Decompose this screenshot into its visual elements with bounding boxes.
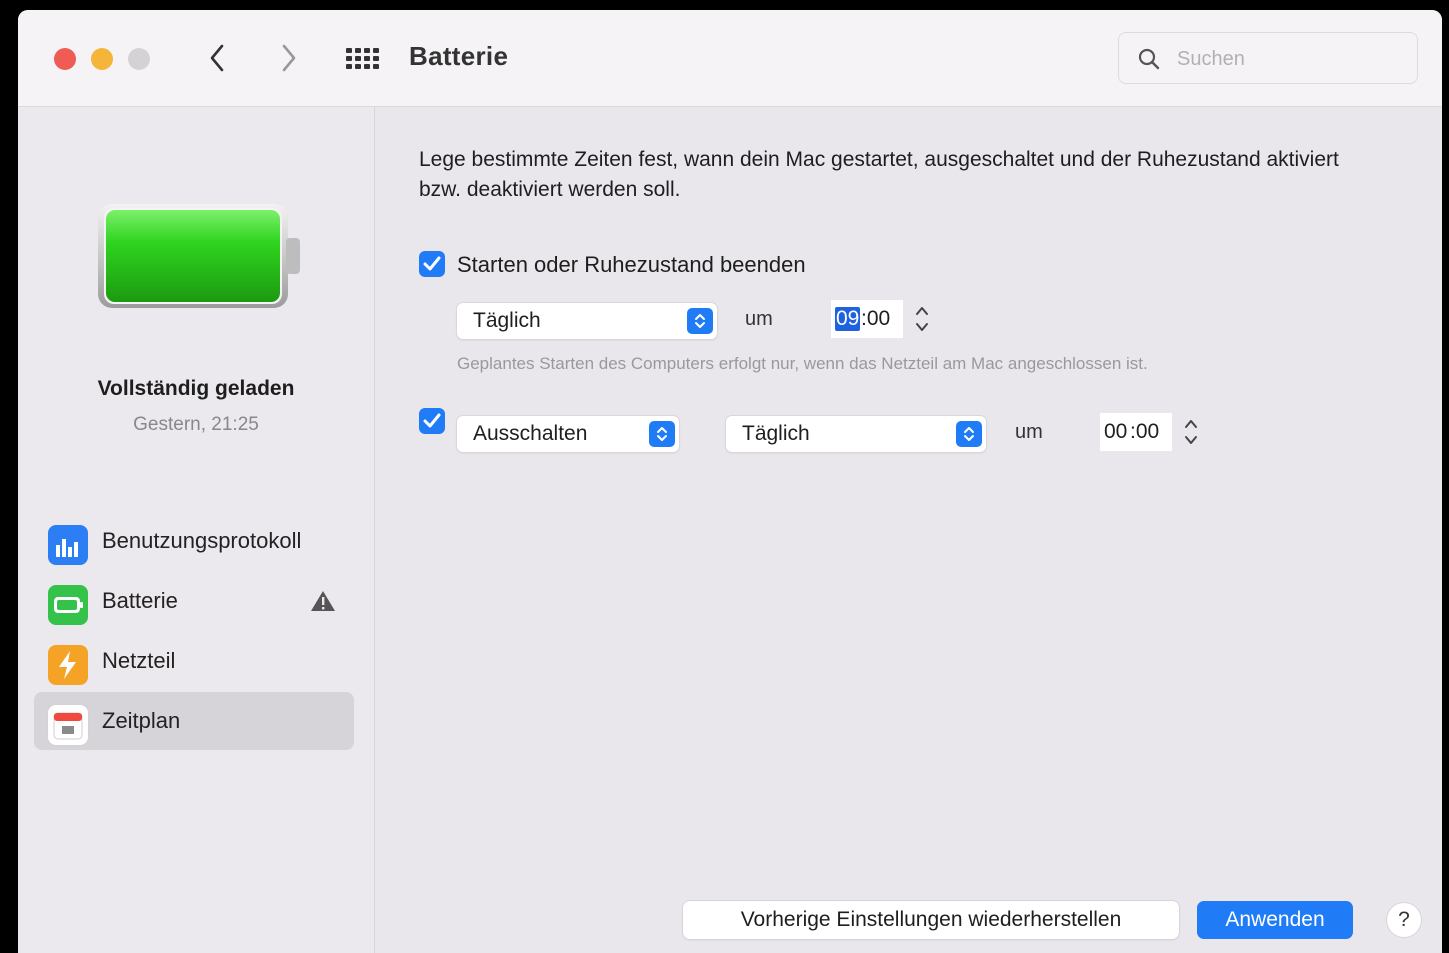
sidebar-item-battery[interactable]: Batterie [34,572,354,630]
minimize-window-button[interactable] [91,48,113,70]
sidebar-item-label: Zeitplan [102,708,181,733]
zoom-window-button[interactable] [128,48,150,70]
shutdown-checkbox[interactable] [419,408,445,434]
lightning-icon [48,645,88,685]
show-all-button[interactable] [344,46,380,72]
bar-chart-icon [48,525,88,565]
battery-time-label: Gestern, 21:25 [133,414,259,435]
shutdown-frequency-value: Täglich [742,422,810,445]
shutdown-at-label: um [1015,421,1043,443]
start-frequency-popup[interactable]: Täglich [457,303,717,339]
start-at-label: um [745,308,773,330]
start-time-field[interactable]: 09 :00 [831,300,903,338]
search-icon [1138,48,1160,70]
start-time-minutes[interactable]: :00 [861,307,890,331]
shutdown-action-popup[interactable]: Ausschalten [457,416,679,452]
sidebar: Vollständig geladen Gestern, 21:25 Benut… [18,107,375,953]
start-time-hours[interactable]: 09 [835,307,861,331]
battery-level-icon [98,204,300,308]
restore-settings-button[interactable]: Vorherige Einstellungen wiederherstellen [683,901,1179,939]
warning-icon [311,591,335,611]
updown-chevron-icon [956,421,982,447]
updown-chevron-icon [687,308,713,334]
back-button[interactable] [206,41,230,75]
grid-icon [346,48,379,69]
toolbar: Batterie [18,10,1442,107]
preferences-window: Batterie Vollständig geladen [18,10,1442,953]
shutdown-time-stepper-icon[interactable] [1181,413,1201,451]
forward-button[interactable] [276,41,300,75]
checkmark-icon [423,413,441,428]
start-time-stepper-icon[interactable] [912,300,932,338]
chevron-right-icon [282,44,296,72]
sidebar-item-label: Batterie [102,588,178,613]
sidebar-item-schedule[interactable]: Zeitplan [34,692,354,750]
start-power-note: Geplantes Starten des Computers erfolgt … [457,354,1148,373]
shutdown-time-field[interactable]: 00 :00 [1100,413,1172,451]
window-title: Batterie [409,41,509,71]
start-wake-label: Starten oder Ruhezustand beenden [457,252,806,277]
battery-icon [48,585,88,625]
shutdown-time-hours[interactable]: 00 [1104,420,1127,444]
chevron-left-icon [210,44,224,72]
calendar-icon [48,705,88,745]
apply-button[interactable]: Anwenden [1197,901,1353,939]
search-field[interactable] [1118,32,1418,84]
sidebar-item-label: Netzteil [102,648,176,673]
help-button[interactable]: ? [1387,903,1421,937]
updown-chevron-icon [649,421,675,447]
sidebar-item-usage-history[interactable]: Benutzungsprotokoll [34,512,354,570]
battery-status-label: Vollständig geladen [97,377,295,400]
shutdown-action-value: Ausschalten [473,422,588,445]
schedule-pane: Lege bestimmte Zeiten fest, wann dein Ma… [375,107,1442,953]
sidebar-item-label: Benutzungsprotokoll [102,528,302,553]
shutdown-time-minutes[interactable]: :00 [1130,420,1159,444]
schedule-description: Lege bestimmte Zeiten fest, wann dein Ma… [419,148,1339,201]
start-wake-checkbox[interactable] [419,251,445,277]
close-window-button[interactable] [54,48,76,70]
checkmark-icon [423,256,441,271]
sidebar-item-power-adapter[interactable]: Netzteil [34,632,354,690]
shutdown-frequency-popup[interactable]: Täglich [726,416,986,452]
search-input[interactable] [1175,45,1399,73]
start-frequency-value: Täglich [473,309,541,332]
